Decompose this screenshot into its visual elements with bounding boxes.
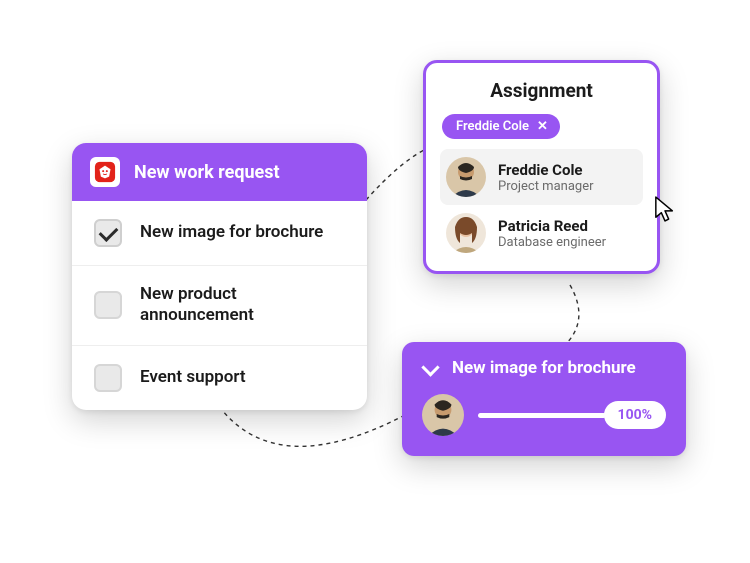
person-role: Database engineer xyxy=(498,235,606,250)
checkbox-icon[interactable] xyxy=(94,219,122,247)
assignment-title: Assignment xyxy=(440,79,643,102)
progress-card: New image for brochure 100% xyxy=(402,342,686,456)
work-request-list: New image for brochure New product annou… xyxy=(72,201,367,410)
chevron-down-icon[interactable] xyxy=(422,363,438,373)
progress-header[interactable]: New image for brochure xyxy=(422,358,666,378)
person-name: Freddie Cole xyxy=(498,161,594,179)
progress-title: New image for brochure xyxy=(452,358,636,378)
person-name: Patricia Reed xyxy=(498,217,606,235)
work-request-item[interactable]: Event support xyxy=(72,345,367,410)
work-request-item[interactable]: New image for brochure xyxy=(72,201,367,265)
work-request-card: New work request New image for brochure … xyxy=(72,143,367,410)
checkbox-icon[interactable] xyxy=(94,364,122,392)
avatar xyxy=(422,394,464,436)
assignee-chip[interactable]: Freddie Cole ✕ xyxy=(442,114,560,139)
progress-bar-fill xyxy=(478,413,606,418)
work-request-item-label: Event support xyxy=(140,367,246,388)
work-request-title: New work request xyxy=(134,162,280,183)
work-request-item-label: New image for brochure xyxy=(140,222,323,243)
progress-bar: 100% xyxy=(478,401,666,429)
person-row[interactable]: Patricia Reed Database engineer xyxy=(440,205,643,261)
person-row[interactable]: Freddie Cole Project manager xyxy=(440,149,643,205)
close-icon[interactable]: ✕ xyxy=(537,120,548,133)
avatar xyxy=(446,157,486,197)
work-request-header: New work request xyxy=(72,143,367,201)
assignment-card: Assignment Freddie Cole ✕ Freddie Cole P… xyxy=(423,60,660,274)
avatar xyxy=(446,213,486,253)
assignee-chip-label: Freddie Cole xyxy=(456,119,529,134)
person-role: Project manager xyxy=(498,179,594,194)
progress-percent: 100% xyxy=(604,401,666,429)
checkbox-icon[interactable] xyxy=(94,291,122,319)
app-icon xyxy=(90,157,120,187)
progress-row: 100% xyxy=(422,394,666,436)
work-request-item-label: New product announcement xyxy=(140,284,345,327)
work-request-item[interactable]: New product announcement xyxy=(72,265,367,345)
